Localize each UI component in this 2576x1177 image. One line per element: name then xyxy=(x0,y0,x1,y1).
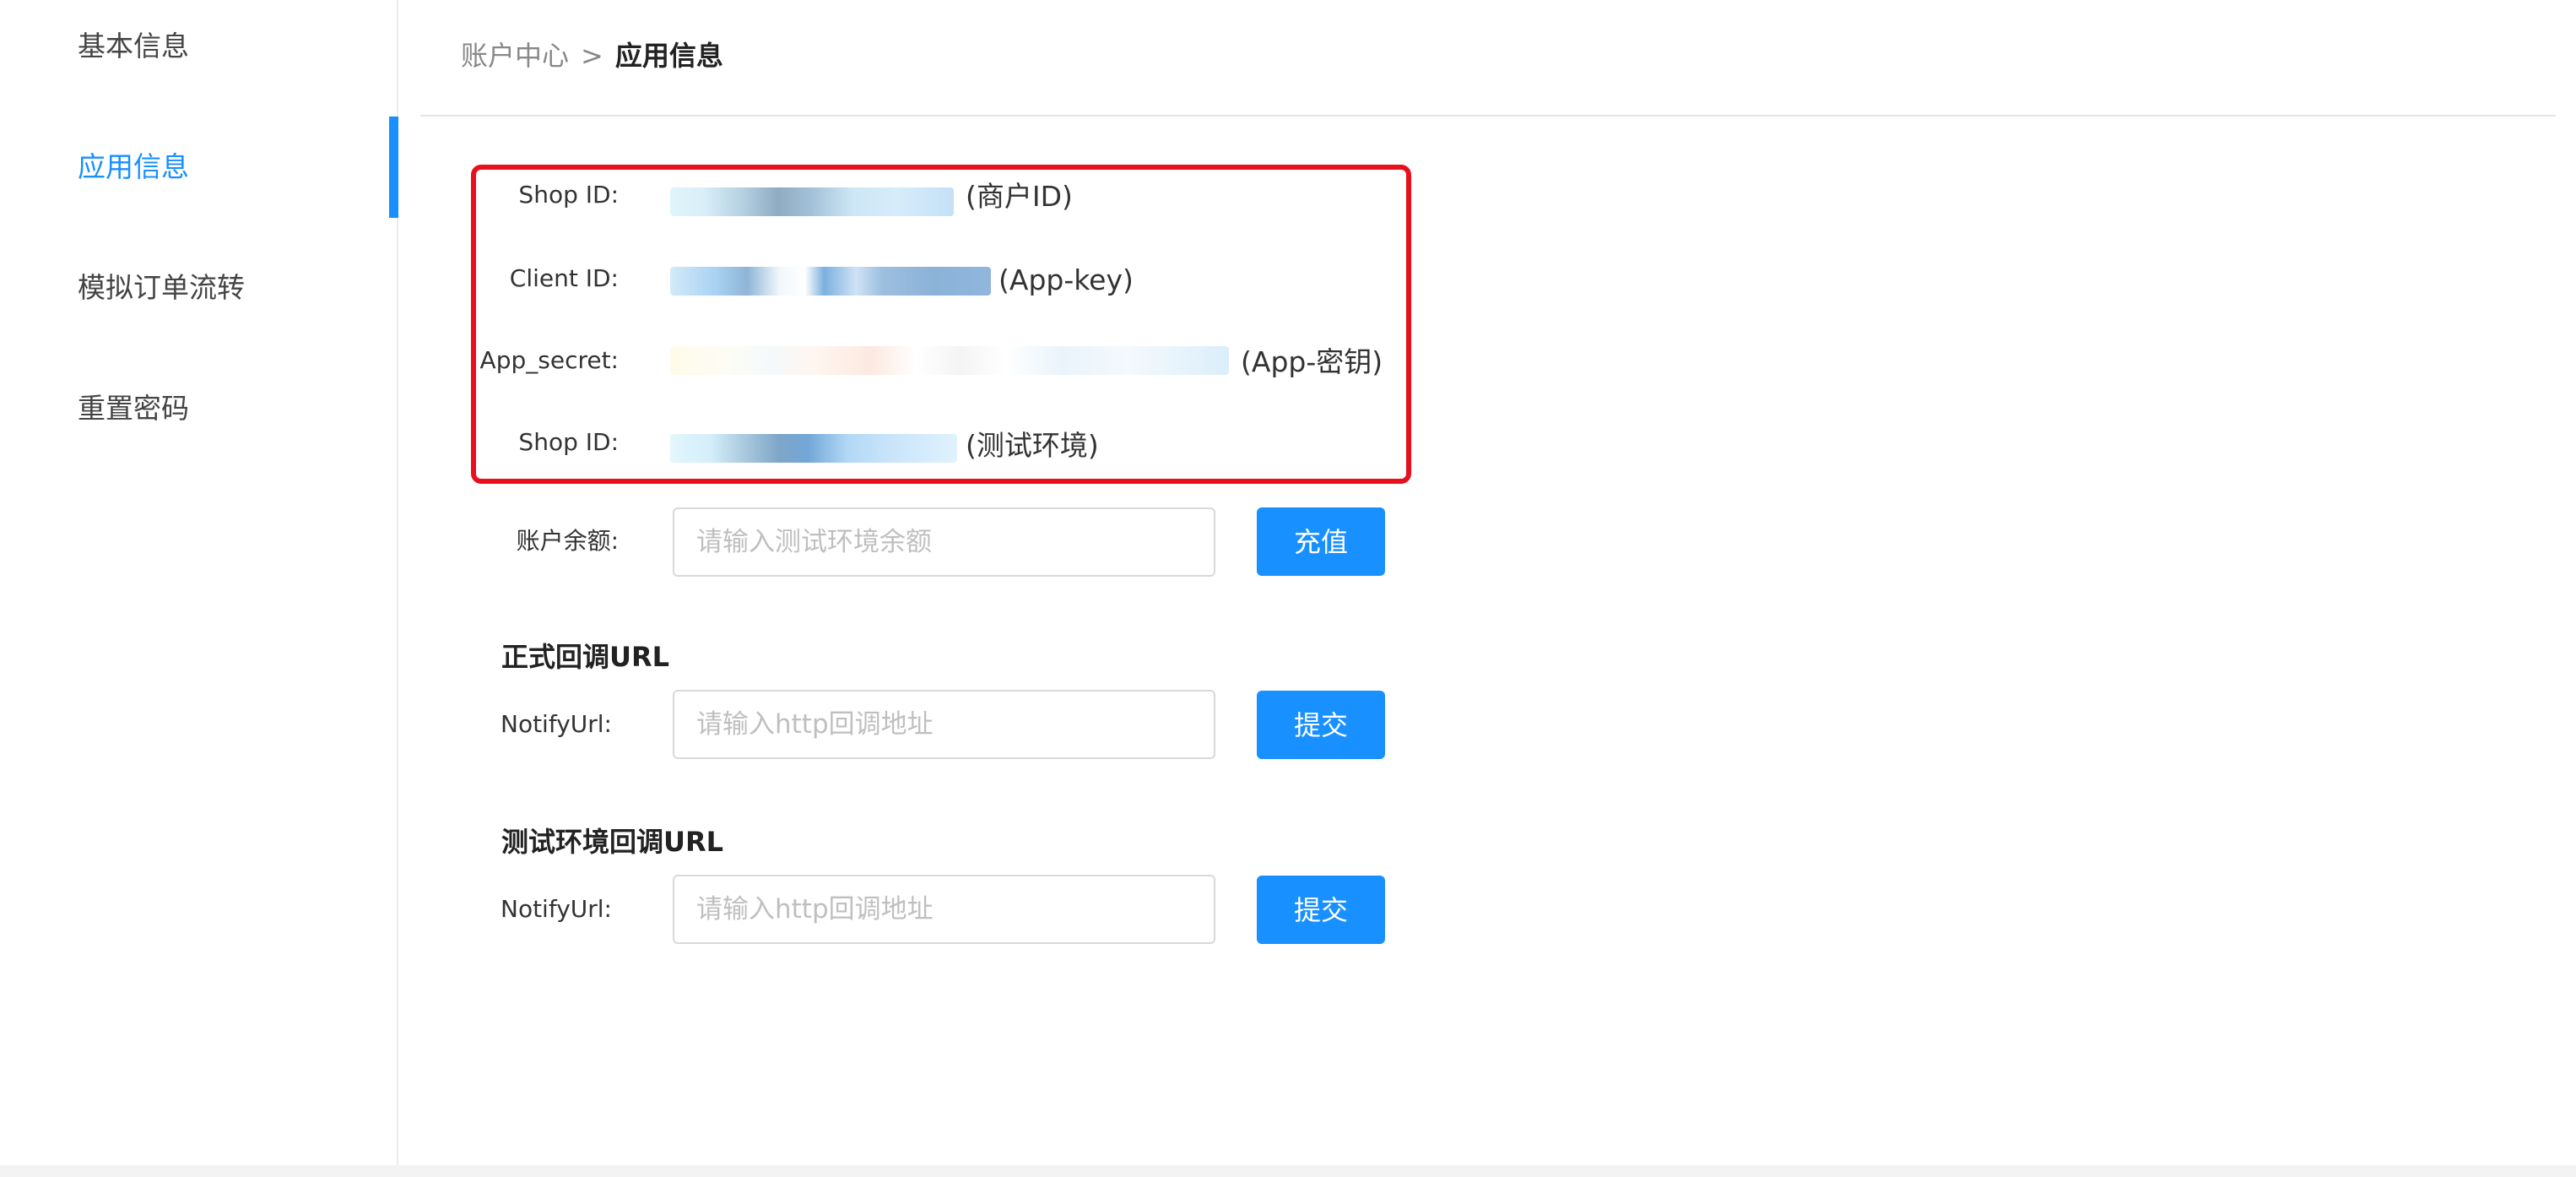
breadcrumb: 账户中心 > 应用信息 xyxy=(461,39,723,73)
test-submit-button[interactable]: 提交 xyxy=(1257,876,1385,944)
production-callback-title: 正式回调URL xyxy=(501,641,670,673)
sidebar-active-indicator xyxy=(389,117,398,218)
sidebar-item-basic-info[interactable]: 基本信息 xyxy=(78,30,189,63)
breadcrumb-separator: > xyxy=(581,40,603,72)
app-secret-suffix: (App-密钥) xyxy=(1241,345,1383,378)
test-notify-url-label: NotifyUrl: xyxy=(501,895,612,923)
sidebar-item-simulate-order-flow[interactable]: 模拟订单流转 xyxy=(78,271,245,305)
client-id-label: Client ID: xyxy=(509,264,619,292)
test-shop-id-value-masked xyxy=(670,434,957,463)
bottom-edge xyxy=(0,1165,2576,1177)
test-callback-title: 测试环境回调URL xyxy=(501,826,724,858)
balance-label: 账户余额: xyxy=(516,527,619,555)
test-notify-url-input[interactable] xyxy=(673,875,1215,944)
production-notify-url-input[interactable] xyxy=(673,690,1215,759)
app-secret-label: App_secret: xyxy=(479,346,619,374)
shop-id-value-masked xyxy=(670,187,954,216)
header-divider xyxy=(420,115,2556,117)
shop-id-suffix: (商户ID) xyxy=(966,180,1073,213)
client-id-value-masked xyxy=(670,267,991,296)
test-shop-id-suffix: (测试环境) xyxy=(966,429,1099,462)
production-submit-button[interactable]: 提交 xyxy=(1257,691,1385,759)
balance-input[interactable] xyxy=(673,507,1215,577)
sidebar-item-reset-password[interactable]: 重置密码 xyxy=(78,392,189,426)
sidebar: 基本信息 应用信息 模拟订单流转 重置密码 xyxy=(0,0,398,1177)
production-notify-url-label: NotifyUrl: xyxy=(501,710,612,738)
client-id-suffix: (App-key) xyxy=(998,263,1134,296)
breadcrumb-parent-link[interactable]: 账户中心 xyxy=(461,40,569,72)
recharge-button[interactable]: 充值 xyxy=(1257,507,1385,576)
app-secret-value-masked xyxy=(670,346,1229,375)
test-shop-id-label: Shop ID: xyxy=(518,428,619,456)
shop-id-label: Shop ID: xyxy=(518,181,619,209)
breadcrumb-current: 应用信息 xyxy=(614,40,723,72)
sidebar-item-app-info[interactable]: 应用信息 xyxy=(78,150,189,184)
